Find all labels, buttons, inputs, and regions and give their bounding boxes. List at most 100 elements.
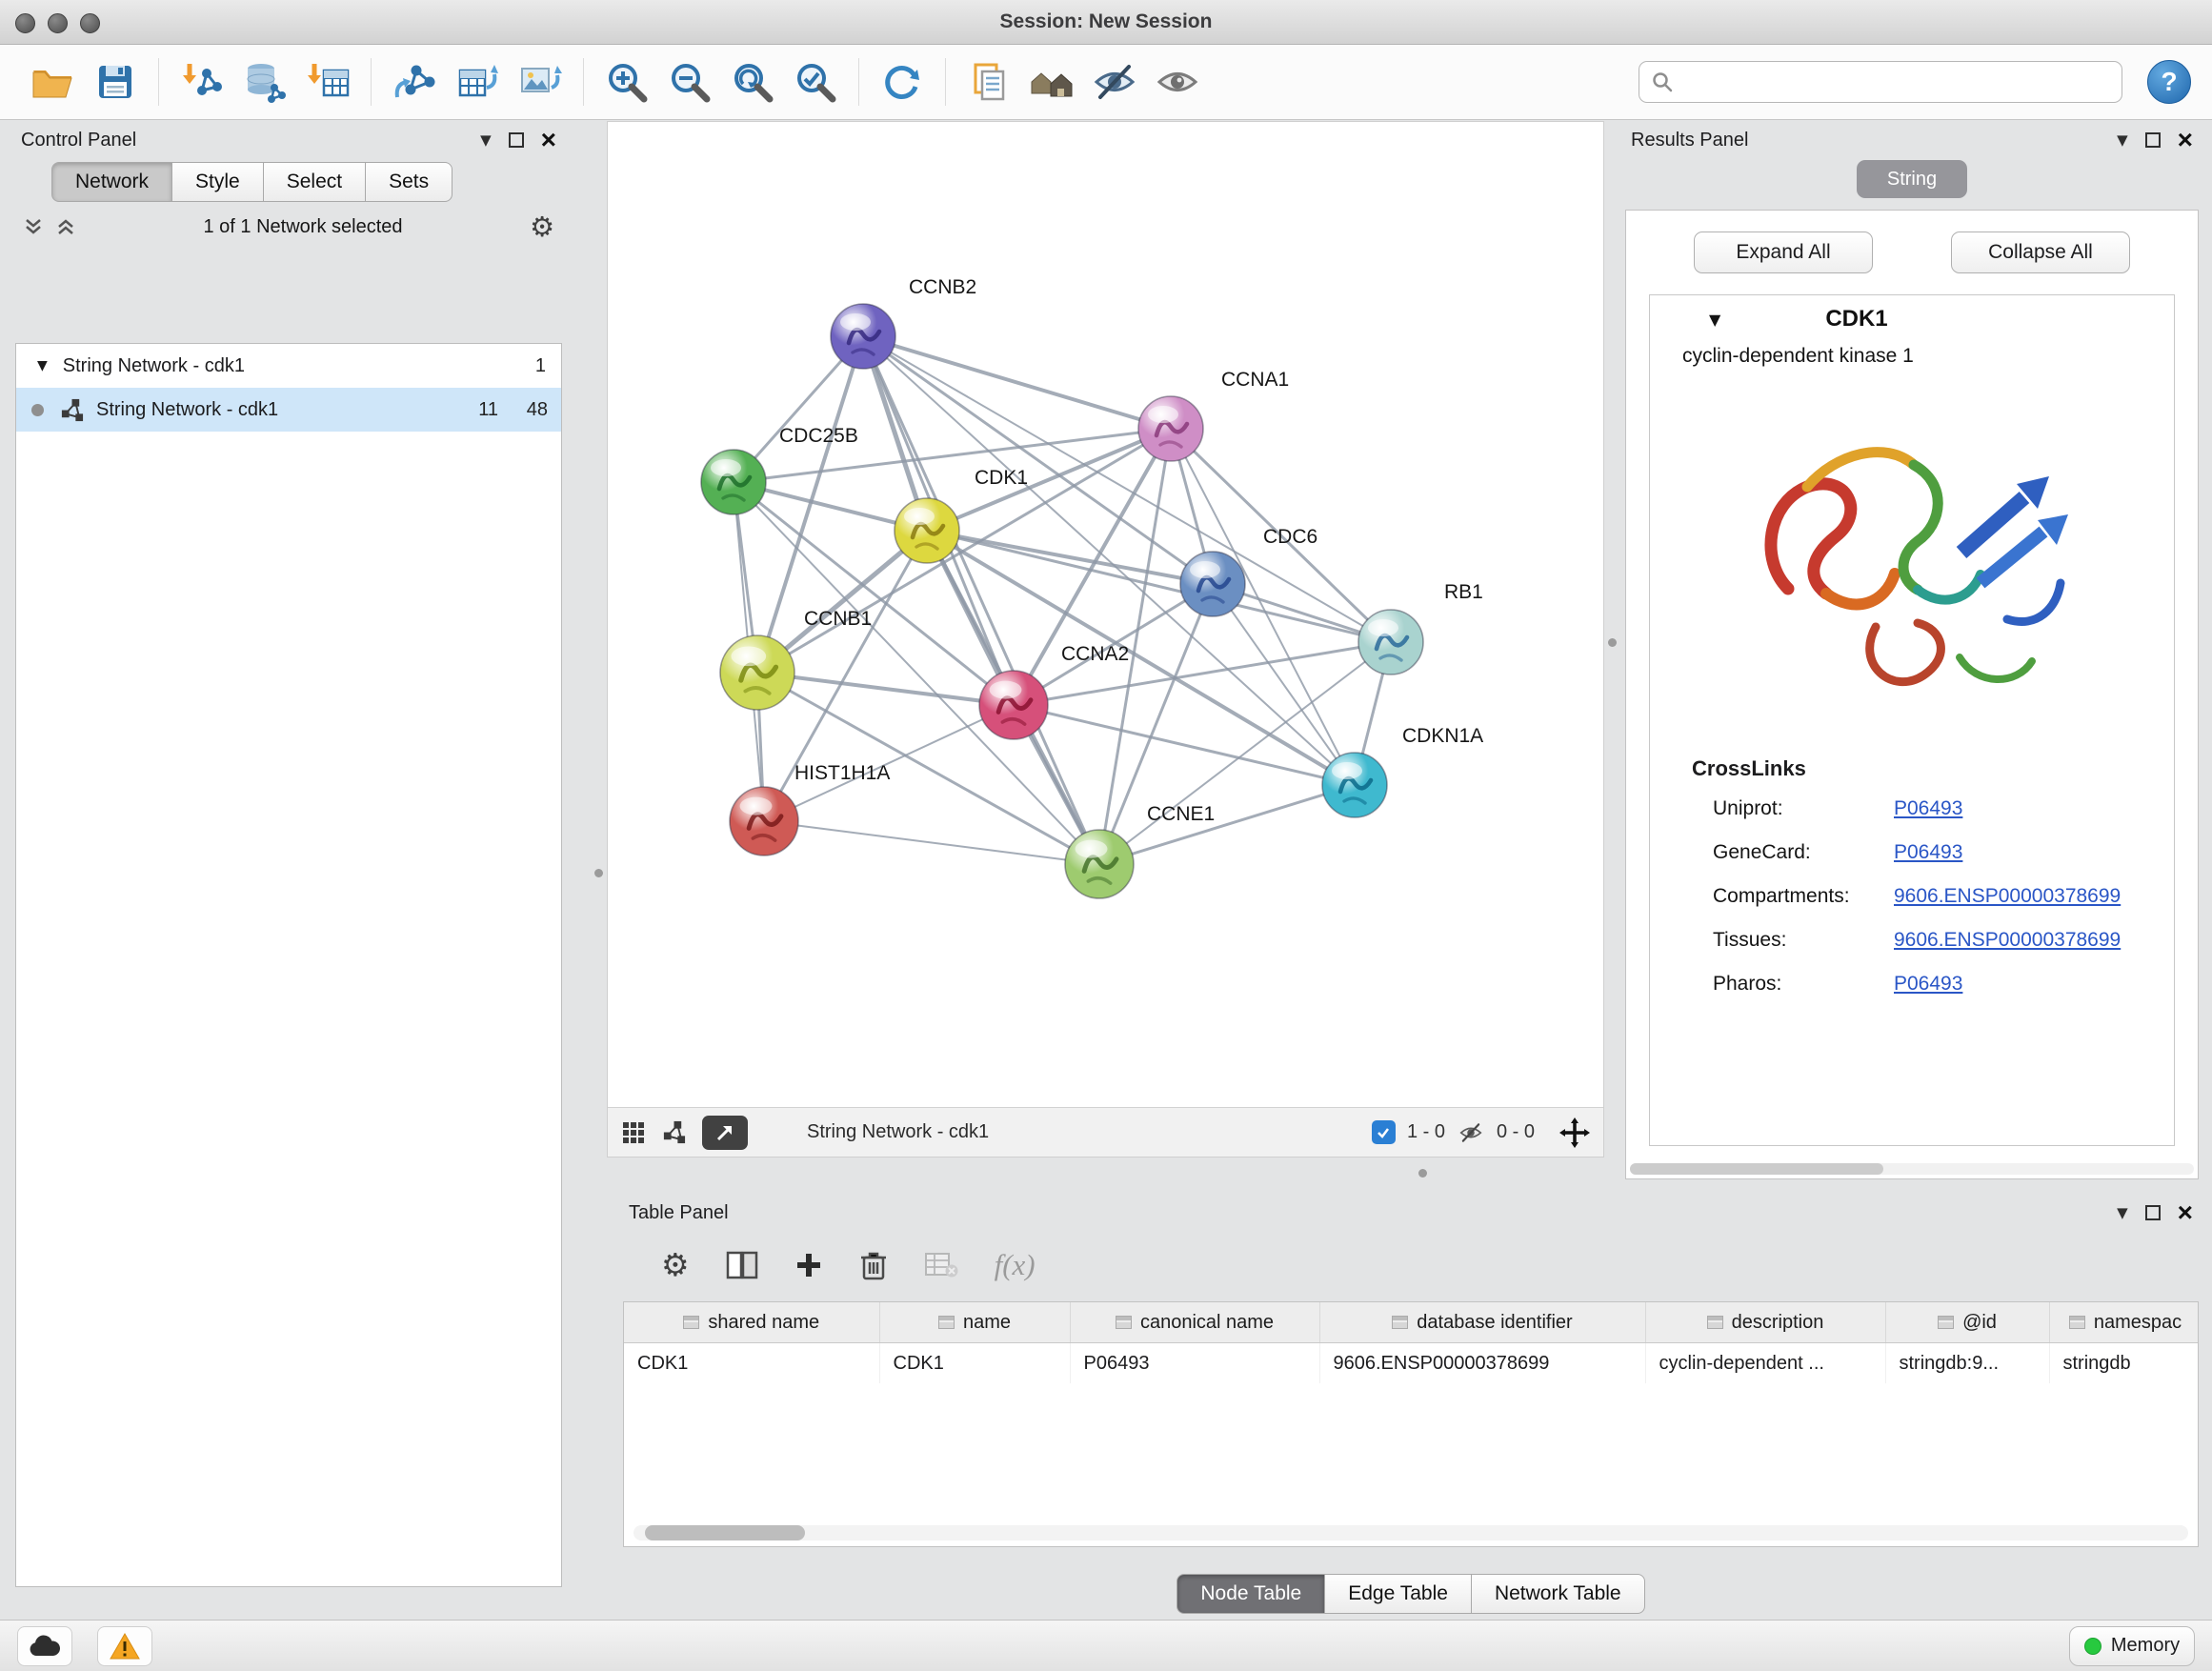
column-header[interactable]: name	[879, 1302, 1070, 1343]
network-edge[interactable]	[863, 336, 1099, 864]
network-node-CCNB1[interactable]	[720, 635, 794, 710]
tab-edge-table[interactable]: Edge Table	[1324, 1574, 1472, 1614]
column-header[interactable]: @id	[1885, 1302, 2049, 1343]
memory-button[interactable]: Memory	[2069, 1626, 2195, 1666]
disclosure-triangle-icon[interactable]: ▼	[37, 358, 48, 373]
save-session-button[interactable]	[84, 54, 147, 110]
panel-close-icon[interactable]: ×	[2178, 1205, 2193, 1220]
hidden-eye-slash-icon[interactable]	[1457, 1120, 1485, 1145]
search-input[interactable]	[1683, 70, 2110, 94]
table-hscrollbar[interactable]	[633, 1525, 2188, 1540]
network-node-CDC25B[interactable]	[701, 450, 766, 514]
column-header[interactable]: database identifier	[1319, 1302, 1645, 1343]
pan-crosshair-icon[interactable]	[1559, 1117, 1590, 1148]
network-node-CDKN1A[interactable]	[1322, 753, 1387, 817]
zoom-fit-button[interactable]	[721, 54, 784, 110]
network-edge[interactable]	[757, 673, 1014, 705]
network-canvas[interactable]: CCNB2CCNA1CDC25BCDK1CDC6RB1CCNB1CCNA2CDK…	[608, 122, 1603, 1107]
crosslink-link[interactable]: 9606.ENSP00000378699	[1894, 885, 2121, 908]
network-edge[interactable]	[1014, 705, 1355, 785]
tab-style[interactable]: Style	[171, 162, 264, 202]
disclosure-triangle-icon[interactable]: ▼	[1709, 311, 1720, 329]
network-edge[interactable]	[1099, 785, 1355, 864]
crosslink-link[interactable]: P06493	[1894, 973, 1962, 996]
table-row[interactable]: CDK1CDK1P064939606.ENSP00000378699cyclin…	[624, 1343, 2199, 1384]
selected-checkbox-icon[interactable]	[1372, 1120, 1396, 1144]
trash-icon[interactable]	[859, 1250, 888, 1280]
network-icon	[59, 397, 85, 423]
network-edge[interactable]	[764, 821, 1099, 864]
hide-selected-button[interactable]	[1083, 54, 1146, 110]
network-row[interactable]: String Network - cdk1 11 48	[16, 388, 561, 432]
tab-string[interactable]: String	[1857, 160, 1967, 198]
function-builder-button[interactable]: f(x)	[995, 1248, 1036, 1282]
tab-sets[interactable]: Sets	[365, 162, 452, 202]
vertical-splitter-handle[interactable]	[594, 869, 603, 877]
crosslink-link[interactable]: P06493	[1894, 797, 1962, 820]
results-hscroll-thumb[interactable]	[1630, 1163, 1883, 1175]
export-image-button[interactable]	[509, 54, 572, 110]
expand-all-button[interactable]: Expand All	[1694, 232, 1873, 273]
panel-float-icon[interactable]	[2145, 132, 2161, 148]
network-icon[interactable]	[661, 1119, 687, 1145]
birdseye-view-button[interactable]	[702, 1116, 748, 1150]
results-hscrollbar[interactable]	[1630, 1163, 2194, 1175]
gear-icon[interactable]: ⚙	[530, 213, 554, 240]
network-node-CDK1[interactable]	[895, 498, 959, 563]
column-header[interactable]: namespac	[2049, 1302, 2199, 1343]
cloud-button[interactable]	[17, 1626, 72, 1666]
tab-network-table[interactable]: Network Table	[1471, 1574, 1645, 1614]
zoom-in-button[interactable]	[595, 54, 658, 110]
network-node-CCNA2[interactable]	[979, 671, 1048, 739]
tab-select[interactable]: Select	[263, 162, 366, 202]
table-hscroll-thumb[interactable]	[645, 1525, 805, 1540]
panel-collapse-icon[interactable]: ▼	[2117, 131, 2128, 149]
export-table-button[interactable]	[446, 54, 509, 110]
first-neighbors-button[interactable]	[1020, 54, 1083, 110]
import-table-button[interactable]	[296, 54, 359, 110]
warnings-button[interactable]	[97, 1626, 152, 1666]
network-node-RB1[interactable]	[1358, 610, 1423, 674]
vertical-splitter-handle[interactable]	[1608, 638, 1617, 647]
help-button[interactable]: ?	[2147, 60, 2191, 104]
horizontal-splitter-handle[interactable]	[1418, 1169, 1427, 1178]
panel-close-icon[interactable]: ×	[541, 132, 556, 148]
network-edge[interactable]	[863, 336, 1171, 429]
crosslink-link[interactable]: P06493	[1894, 841, 1962, 864]
network-node-CCNE1[interactable]	[1065, 830, 1134, 898]
import-network-database-button[interactable]	[233, 54, 296, 110]
show-columns-icon[interactable]	[726, 1250, 758, 1280]
zoom-out-button[interactable]	[658, 54, 721, 110]
import-network-file-button[interactable]	[171, 54, 233, 110]
expand-all-icon[interactable]	[55, 216, 76, 237]
open-session-button[interactable]	[21, 54, 84, 110]
table-settings-gear-icon[interactable]: ⚙	[661, 1252, 690, 1278]
network-node-HIST1H1A[interactable]	[730, 787, 798, 856]
show-all-button[interactable]	[1146, 54, 1209, 110]
tab-network[interactable]: Network	[51, 162, 172, 202]
network-node-CDC6[interactable]	[1180, 552, 1245, 616]
copy-button[interactable]	[957, 54, 1020, 110]
column-header[interactable]: canonical name	[1070, 1302, 1319, 1343]
panel-float-icon[interactable]	[509, 132, 524, 148]
crosslink-link[interactable]: 9606.ENSP00000378699	[1894, 929, 2121, 952]
column-header[interactable]: description	[1645, 1302, 1885, 1343]
apply-layout-button[interactable]	[871, 54, 934, 110]
zoom-selected-button[interactable]	[784, 54, 847, 110]
collapse-all-button[interactable]: Collapse All	[1951, 232, 2130, 273]
network-collection-row[interactable]: ▼ String Network - cdk1 1	[16, 344, 561, 388]
panel-collapse-icon[interactable]: ▼	[2117, 1204, 2128, 1221]
new-network-button[interactable]	[383, 54, 446, 110]
panel-collapse-icon[interactable]: ▼	[480, 131, 492, 149]
network-node-CCNB2[interactable]	[831, 304, 895, 369]
panel-float-icon[interactable]	[2145, 1205, 2161, 1220]
network-edge[interactable]	[863, 336, 1391, 642]
collapse-all-icon[interactable]	[23, 216, 44, 237]
network-edge[interactable]	[1213, 584, 1355, 785]
add-row-plus-icon[interactable]	[794, 1251, 823, 1279]
panel-close-icon[interactable]: ×	[2178, 132, 2193, 148]
tab-node-table[interactable]: Node Table	[1176, 1574, 1325, 1614]
column-header[interactable]: shared name	[624, 1302, 879, 1343]
network-node-CCNA1[interactable]	[1138, 396, 1203, 461]
grid-icon[interactable]	[621, 1120, 646, 1145]
